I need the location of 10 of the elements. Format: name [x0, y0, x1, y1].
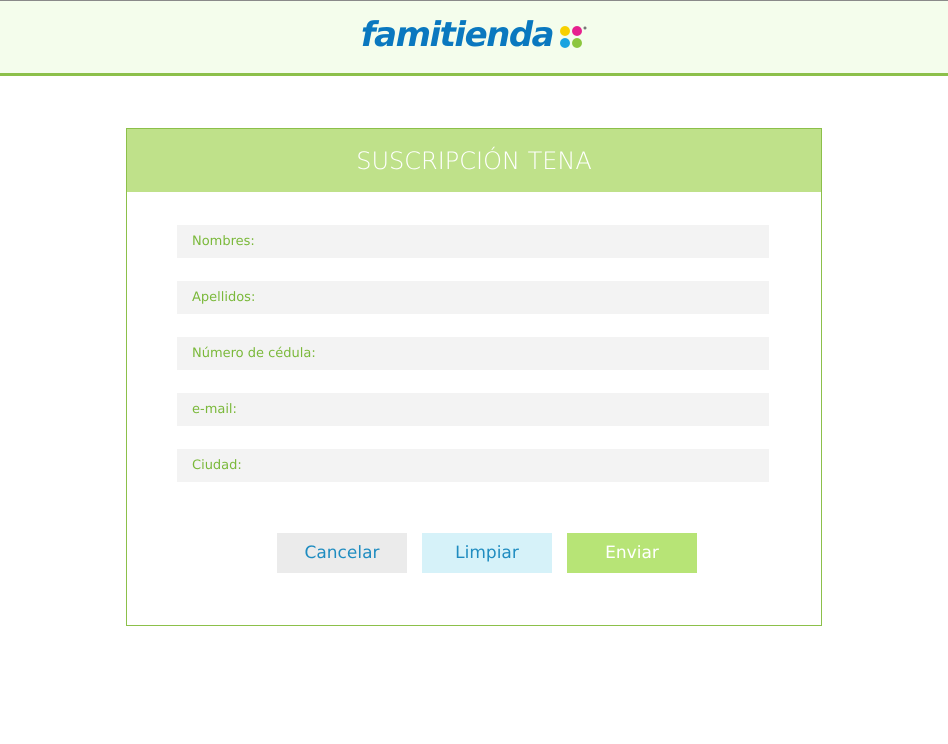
input-field[interactable]: Nombres:	[177, 225, 769, 258]
form-title: SUSCRIPCIÓN TENA	[356, 146, 592, 174]
dots-logo-icon	[559, 25, 588, 49]
cancel-button[interactable]: Cancelar	[277, 533, 407, 573]
input-field[interactable]: Ciudad:	[177, 449, 769, 482]
reset-button[interactable]: Limpiar	[422, 533, 552, 573]
input-field[interactable]: Apellidos:	[177, 281, 769, 314]
input-field[interactable]: Número de cédula:	[177, 337, 769, 370]
logo-text: famitienda	[360, 15, 554, 55]
input-field[interactable]: e-mail:	[177, 393, 769, 426]
